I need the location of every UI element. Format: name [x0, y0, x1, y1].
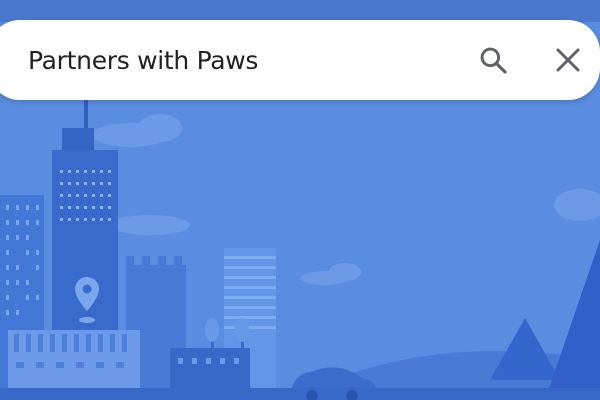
search-icon [480, 47, 507, 74]
search-input[interactable]: Partners with Paws [28, 46, 469, 75]
search-bar[interactable]: Partners with Paws [0, 20, 600, 100]
search-button[interactable] [469, 36, 517, 84]
clear-search-button[interactable] [544, 36, 592, 84]
close-icon [556, 48, 580, 72]
clouds [92, 114, 600, 285]
mountains [490, 240, 600, 400]
road [0, 388, 600, 400]
